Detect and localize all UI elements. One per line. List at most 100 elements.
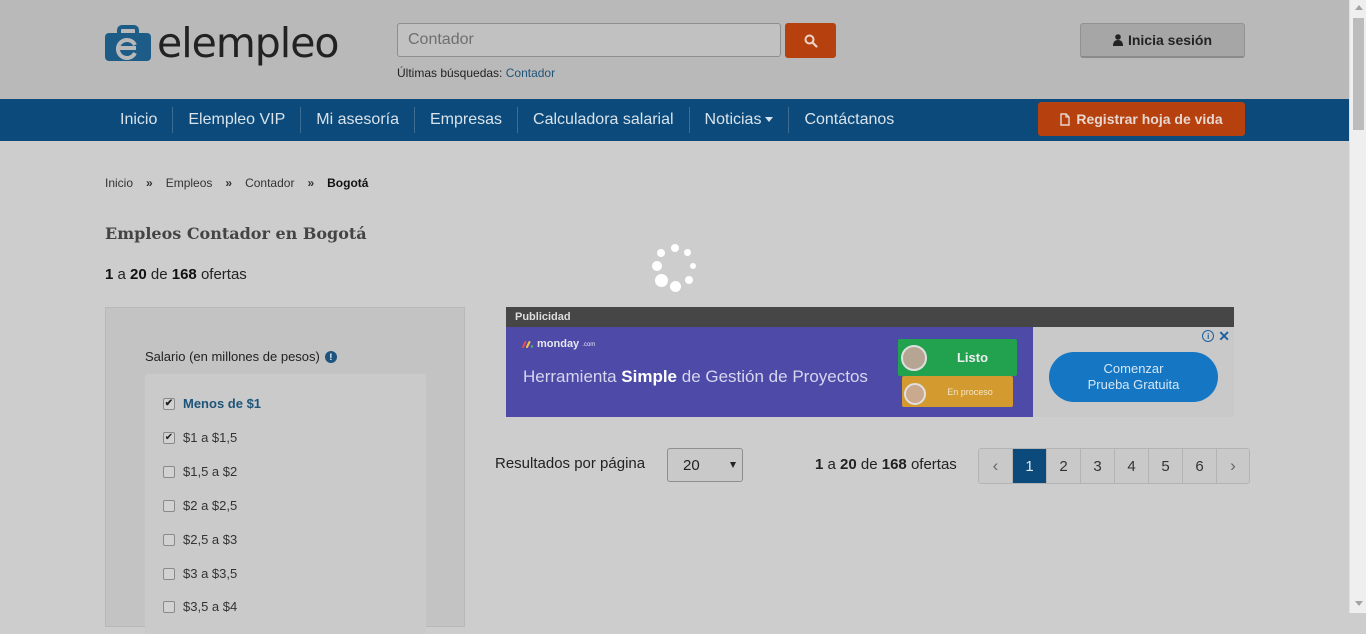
page-title: Empleos Contador en Bogotá — [105, 224, 367, 243]
salary-option[interactable]: $1,5 a $2 — [163, 464, 237, 479]
recent-searches: Últimas búsquedas: Contador — [397, 66, 555, 80]
logo-text: elempleo — [157, 18, 340, 67]
breadcrumb: Inicio » Empleos » Contador » Bogotá — [105, 176, 381, 190]
checkbox[interactable] — [163, 600, 175, 613]
checkbox[interactable] — [163, 567, 175, 580]
nav-item-noticias-label: Noticias — [704, 111, 762, 128]
salary-option-label: $2,5 a $3 — [183, 532, 238, 547]
next-page-button[interactable]: › — [1216, 449, 1249, 483]
pagination: ‹ 1 2 3 4 5 6 › — [978, 448, 1250, 484]
ad-creative[interactable]: monday .com Herramienta Simple de Gestión… — [506, 327, 1033, 417]
per-page-select[interactable]: 20 — [667, 448, 743, 482]
salary-filter-label: Salario (en millones de pesos) — [145, 349, 320, 364]
ad-cta-button[interactable]: Comenzar Prueba Gratuita — [1049, 352, 1218, 402]
filter-panel: Salario (en millones de pesos) ! ✔ Menos… — [105, 307, 465, 634]
site-header: elempleo Últimas búsquedas: Contador Ini… — [0, 0, 1349, 99]
ad-brand-suffix: .com — [582, 342, 596, 348]
recent-search-link[interactable]: Contador — [506, 66, 555, 80]
nav-item-empresas[interactable]: Empresas — [414, 107, 517, 133]
scroll-up-icon[interactable] — [1355, 5, 1363, 10]
breadcrumb-separator: » — [146, 176, 153, 190]
count-a: a — [827, 456, 836, 473]
user-icon — [1112, 34, 1123, 46]
salary-option-label: $1 a $1,5 — [183, 430, 238, 445]
nav-item-calculadora-salarial[interactable]: Calculadora salarial — [517, 107, 689, 133]
page-button-2[interactable]: 2 — [1046, 449, 1080, 483]
per-page-label: Resultados por página — [495, 455, 646, 472]
search-button[interactable] — [785, 23, 836, 58]
per-page-value: 20 — [683, 456, 700, 474]
ad-label: Publicidad — [506, 307, 1234, 327]
breadcrumb-item-empleos[interactable]: Empleos — [166, 176, 213, 190]
nav-item-inicio[interactable]: Inicio — [105, 107, 172, 133]
login-button[interactable]: Inicia sesión — [1080, 23, 1245, 58]
salary-option-label: $1,5 a $2 — [183, 464, 238, 479]
salary-option[interactable]: $3,5 a $4 — [163, 599, 237, 614]
ad-info-icon[interactable]: i — [1202, 330, 1215, 342]
count-suffix: ofertas — [910, 456, 957, 473]
page-button-5[interactable]: 5 — [1148, 449, 1182, 483]
logo-icon — [105, 23, 153, 63]
recent-searches-label: Últimas búsquedas: — [397, 66, 503, 80]
nav-item-mi-asesoria[interactable]: Mi asesoría — [300, 107, 414, 133]
search-icon — [804, 34, 818, 48]
monday-logo-icon — [522, 341, 534, 348]
ad-cta-line1: Comenzar — [1103, 361, 1164, 376]
breadcrumb-separator: » — [307, 176, 315, 190]
page-button-1[interactable]: 1 — [1012, 449, 1046, 483]
checkbox[interactable] — [163, 533, 175, 546]
scroll-down-icon[interactable] — [1355, 601, 1363, 606]
salary-filter-title: Salario (en millones de pesos) ! — [145, 349, 337, 364]
ad-headline-before: Herramienta — [523, 367, 622, 386]
prev-page-button[interactable]: ‹ — [979, 449, 1012, 483]
page-button-4[interactable]: 4 — [1114, 449, 1148, 483]
breadcrumb-item-contador[interactable]: Contador — [245, 176, 294, 190]
page-button-3[interactable]: 3 — [1080, 449, 1114, 483]
checkbox-checked[interactable]: ✔ — [163, 431, 175, 444]
count-to: 20 — [130, 266, 147, 283]
ad-choices: i ✕ — [1202, 329, 1230, 343]
ad-close-icon[interactable]: ✕ — [1218, 329, 1230, 343]
count-total: 168 — [171, 266, 197, 283]
search-input[interactable] — [397, 23, 781, 57]
register-cv-button[interactable]: Registrar hoja de vida — [1038, 102, 1245, 136]
chevron-down-icon — [730, 462, 736, 468]
salary-option[interactable]: $3 a $3,5 — [163, 566, 237, 581]
salary-option[interactable]: $2,5 a $3 — [163, 532, 237, 547]
checkbox-checked[interactable]: ✔ — [163, 397, 175, 410]
ad-brand-name: monday — [537, 338, 580, 350]
ad-status-card: Listo En proceso — [898, 339, 1017, 407]
results-count-top: 1 a 20 de 168 ofertas — [105, 266, 247, 283]
nav-item-elempleo-vip[interactable]: Elempleo VIP — [172, 107, 300, 133]
count-to: 20 — [840, 456, 857, 473]
caret-down-icon — [765, 117, 774, 123]
count-suffix: ofertas — [200, 266, 247, 283]
ad-headline: Herramienta Simple de Gestión de Proyect… — [523, 367, 868, 387]
checkbox[interactable] — [163, 499, 175, 512]
salary-option-label: $2 a $2,5 — [183, 498, 238, 513]
breadcrumb-separator: » — [225, 176, 233, 190]
salary-option-label: $3 a $3,5 — [183, 566, 238, 581]
breadcrumb-item-inicio[interactable]: Inicio — [105, 176, 133, 190]
salary-option[interactable]: $2 a $2,5 — [163, 498, 237, 513]
page-scrollbar[interactable] — [1349, 0, 1366, 613]
info-icon[interactable]: ! — [324, 350, 337, 363]
page-button-6[interactable]: 6 — [1182, 449, 1216, 483]
nav-item-contactanos[interactable]: Contáctanos — [788, 107, 909, 133]
ad-cta-line2: Prueba Gratuita — [1087, 377, 1180, 392]
checkbox[interactable] — [163, 465, 175, 478]
avatar — [901, 345, 927, 371]
loading-spinner-icon — [650, 243, 700, 293]
nav-item-noticias[interactable]: Noticias — [688, 107, 789, 133]
salary-option[interactable]: ✔ Menos de $1 — [163, 396, 261, 411]
salary-option[interactable]: ✔ $1 a $1,5 — [163, 430, 237, 445]
ad-headline-bold: Simple — [621, 367, 678, 386]
count-from: 1 — [105, 266, 114, 283]
logo[interactable]: elempleo — [105, 17, 340, 69]
salary-filter-options: ✔ Menos de $1 ✔ $1 a $1,5 $1,5 a $2 $2 a… — [145, 374, 426, 634]
breadcrumb-item-bogota: Bogotá — [327, 176, 369, 190]
ad-banner[interactable]: monday .com Herramienta Simple de Gestión… — [506, 327, 1234, 417]
login-label: Inicia sesión — [1127, 32, 1213, 48]
scroll-thumb[interactable] — [1353, 18, 1364, 130]
register-cv-label: Registrar hoja de vida — [1076, 111, 1223, 127]
